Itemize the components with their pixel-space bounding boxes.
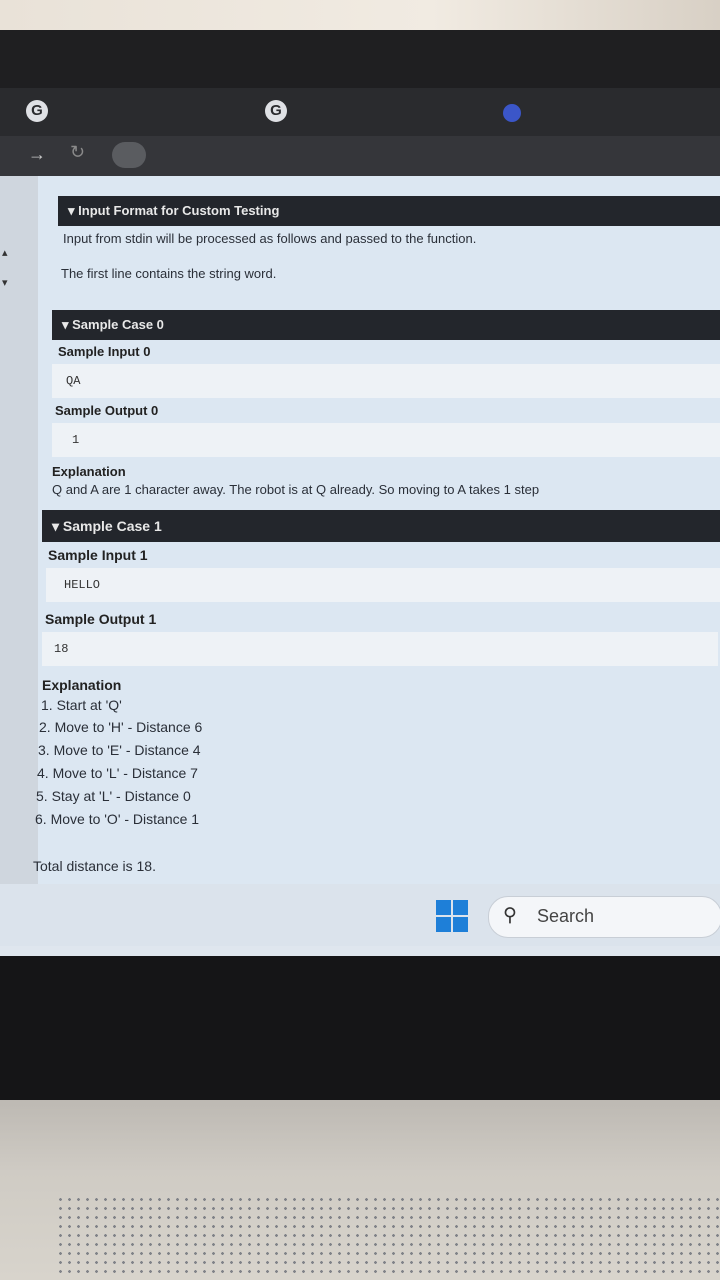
- explanation-step: 2. Move to 'H' - Distance 6: [39, 719, 203, 735]
- sample-case-1-header[interactable]: ▾ Sample Case 1: [42, 510, 720, 542]
- total-distance-text: Total distance is 18.: [33, 858, 156, 874]
- sample-input-1-value: HELLO: [46, 568, 720, 602]
- collapse-arrow-icon[interactable]: ▴: [2, 246, 8, 259]
- browser-toolbar: → ↻: [0, 136, 720, 176]
- explanation-step: 6. Move to 'O' - Distance 1: [35, 811, 200, 827]
- sample-output-1-label: Sample Output 1: [45, 611, 157, 627]
- explanation-step: 5. Stay at 'L' - Distance 0: [36, 788, 191, 804]
- windows-taskbar: ⚲ Search: [0, 884, 720, 946]
- search-icon: ⚲: [503, 905, 517, 926]
- tab-favicon-icon[interactable]: G: [26, 100, 48, 122]
- left-sidebar: ▴ ▾: [0, 176, 38, 886]
- search-label: Search: [537, 906, 595, 926]
- sample-case-0-header[interactable]: ▾ Sample Case 0: [52, 310, 720, 340]
- screen: ▴ ▾ ▾ Input Format for Custom Testing In…: [0, 176, 720, 977]
- sample-0-explanation-text: Q and A are 1 character away. The robot …: [52, 482, 540, 497]
- browser-tab-strip: G G: [0, 88, 720, 136]
- explanation-step: 3. Move to 'E' - Distance 4: [38, 742, 201, 758]
- laptop-bezel: [0, 30, 720, 90]
- sample-input-0-value: QA: [52, 364, 720, 398]
- sample-output-1-value: 18: [42, 632, 718, 666]
- sample-input-0-label: Sample Input 0: [58, 344, 151, 359]
- speaker-grille: [56, 1195, 720, 1275]
- explanation-step: 1. Start at 'Q': [41, 697, 122, 713]
- forward-arrow-icon[interactable]: →: [28, 144, 46, 165]
- laptop-bezel-bottom: [0, 956, 720, 1102]
- expand-arrow-icon[interactable]: ▾: [2, 276, 8, 289]
- sample-output-0-value: 1: [52, 423, 720, 457]
- sample-input-1-label: Sample Input 1: [48, 547, 148, 563]
- reload-icon[interactable]: ↻: [70, 142, 85, 163]
- tab-favicon-icon[interactable]: G: [265, 100, 287, 122]
- sample-output-0-label: Sample Output 0: [55, 403, 159, 418]
- input-format-line1: Input from stdin will be processed as fo…: [63, 231, 477, 246]
- profile-avatar-icon[interactable]: [503, 104, 521, 122]
- windows-start-icon[interactable]: [436, 900, 468, 932]
- input-format-line2: The first line contains the string word.: [61, 266, 277, 281]
- sample-1-explanation-label: Explanation: [42, 677, 122, 693]
- sample-0-explanation-label: Explanation: [52, 464, 126, 479]
- input-format-header[interactable]: ▾ Input Format for Custom Testing: [58, 196, 720, 226]
- explanation-step: 4. Move to 'L' - Distance 7: [37, 765, 198, 781]
- problem-content: ▾ Input Format for Custom Testing Input …: [33, 176, 720, 886]
- taskbar-search-box[interactable]: ⚲ Search: [488, 896, 720, 938]
- site-info-chip[interactable]: [112, 142, 146, 168]
